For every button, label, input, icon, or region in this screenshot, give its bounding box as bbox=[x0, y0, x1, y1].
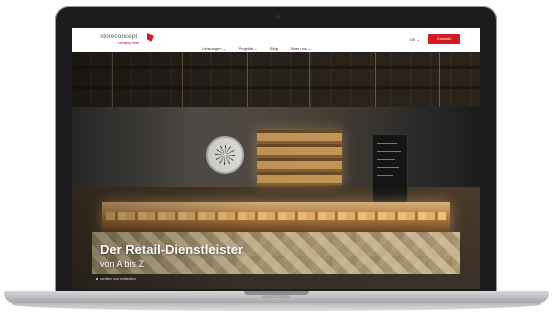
hero-banner: Der Retail-Dienstleister von A bis Z bbox=[72, 52, 480, 289]
nav-item-blog[interactable]: Blog bbox=[270, 46, 278, 51]
nav-item-ueber-uns[interactable]: Über uns ⌄ bbox=[291, 46, 312, 51]
hero-title: Der Retail-Dienstleister bbox=[100, 242, 244, 257]
nav-item-projekte[interactable]: Projekte ⌄ bbox=[239, 46, 258, 51]
contact-button[interactable]: Kontakt bbox=[428, 34, 460, 44]
language-selector[interactable]: DE ⌄ bbox=[410, 37, 420, 42]
logo-tagline: creating retail bbox=[118, 41, 140, 45]
laptop-screen: storeconcept creating retail Leistungen … bbox=[72, 28, 480, 289]
logo-mark-icon bbox=[147, 33, 154, 42]
nav-item-leistungen[interactable]: Leistungen ⌄ bbox=[202, 46, 226, 51]
laptop-base-lip bbox=[12, 303, 541, 311]
device-brand-label: MacBook bbox=[262, 294, 291, 300]
logo-wordmark: storeconcept bbox=[100, 33, 138, 40]
site-header: storeconcept creating retail Leistungen … bbox=[72, 28, 480, 53]
main-navigation: Leistungen ⌄ Projekte ⌄ Blog Über uns ⌄ bbox=[202, 37, 319, 51]
hero-subtitle: von A bis Z bbox=[100, 259, 145, 269]
scroll-hint[interactable]: scrollen und entdecken bbox=[100, 277, 136, 281]
camera-icon bbox=[276, 15, 280, 19]
scroll-indicator-icon bbox=[96, 278, 98, 280]
